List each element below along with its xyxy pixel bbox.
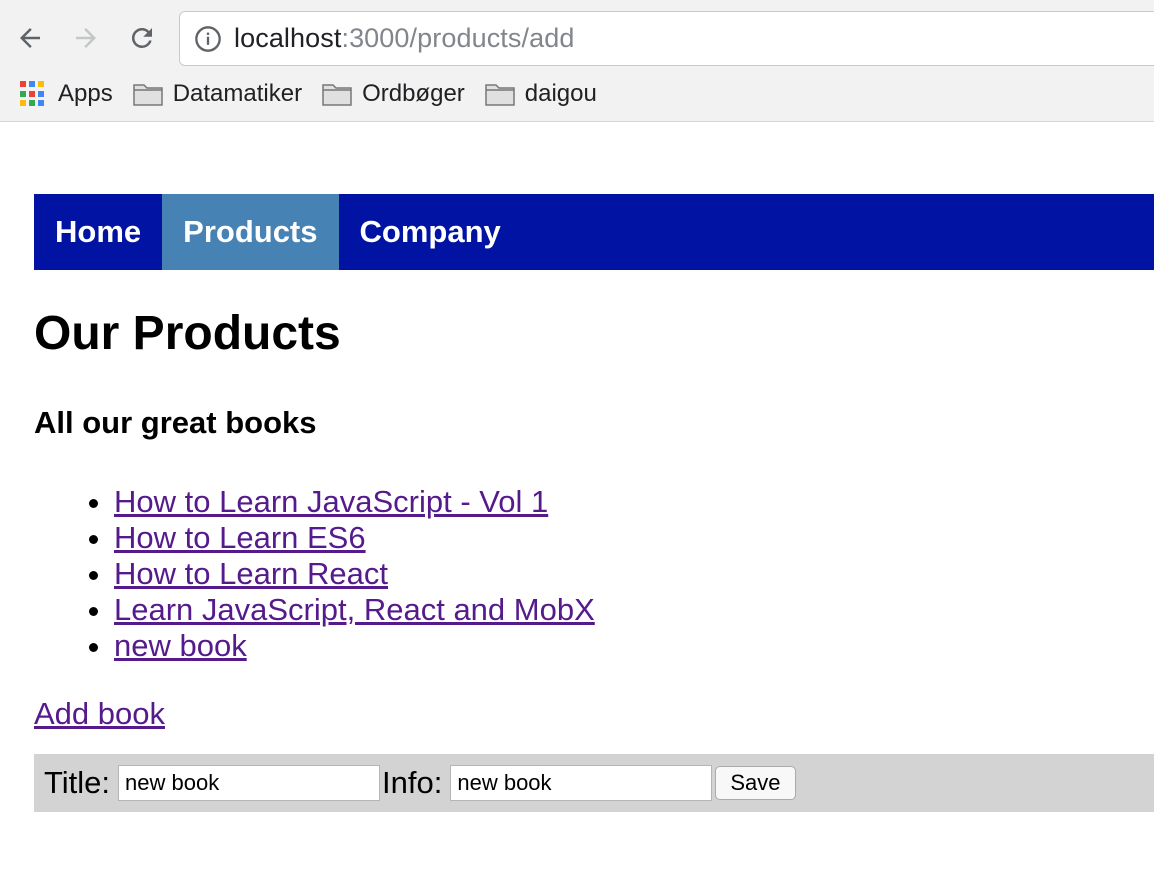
book-link[interactable]: How to Learn JavaScript - Vol 1 [114, 484, 548, 519]
title-label: Title: [44, 765, 111, 800]
list-item: How to Learn React [114, 556, 595, 592]
book-list: How to Learn JavaScript - Vol 1 How to L… [34, 484, 595, 664]
url-path: :3000/products/add [341, 23, 575, 53]
book-link[interactable]: new book [114, 628, 247, 663]
url-host: localhost [234, 23, 342, 53]
arrow-left-icon [20, 28, 40, 48]
main-menu: Home Products Company [34, 194, 1154, 270]
info-label: Info: [382, 765, 443, 800]
url-text: localhost:3000/products/add [234, 23, 574, 54]
title-input[interactable] [118, 765, 381, 801]
bookmark-label: Ordbøger [362, 80, 465, 107]
page-title: Our Products [34, 307, 341, 360]
bookmark-label: daigou [524, 80, 597, 107]
add-book-form: Title: Info: Save [34, 754, 1154, 812]
bookmark-daigou[interactable]: daigou [485, 80, 597, 108]
reload-button[interactable] [122, 18, 162, 58]
list-item: new book [114, 628, 595, 664]
add-book-link[interactable]: Add book [34, 696, 165, 732]
arrow-right-icon [76, 28, 96, 48]
page-subtitle: All our great books [34, 405, 317, 440]
book-link[interactable]: Learn JavaScript, React and MobX [114, 592, 595, 627]
folder-icon [322, 84, 352, 106]
bookmark-apps[interactable]: Apps [20, 80, 113, 108]
forward-button[interactable] [66, 18, 106, 58]
address-bar[interactable]: localhost:3000/products/add [179, 11, 1154, 66]
bookmark-label: Apps [58, 80, 113, 107]
info-input[interactable] [450, 765, 713, 801]
bookmark-ordboger[interactable]: Ordbøger [322, 80, 465, 108]
menu-item-company[interactable]: Company [339, 194, 522, 270]
bookmark-datamatiker[interactable]: Datamatiker [132, 80, 303, 108]
list-item: How to Learn JavaScript - Vol 1 [114, 484, 595, 520]
save-button[interactable]: Save [715, 766, 796, 800]
menu-item-home[interactable]: Home [34, 194, 162, 270]
list-item: Learn JavaScript, React and MobX [114, 592, 595, 628]
folder-icon [132, 84, 163, 106]
back-button[interactable] [10, 18, 50, 58]
info-icon[interactable] [194, 25, 222, 53]
menu-item-products[interactable]: Products [162, 194, 339, 270]
reload-icon [131, 27, 152, 48]
book-link[interactable]: How to Learn React [114, 556, 388, 591]
folder-icon [485, 84, 515, 106]
apps-grid-icon [20, 81, 46, 107]
list-item: How to Learn ES6 [114, 520, 595, 556]
book-link[interactable]: How to Learn ES6 [114, 520, 366, 555]
bookmarks-bar: Apps Datamatiker Ordbøger daigou [0, 72, 1154, 116]
browser-chrome: localhost:3000/products/add Apps Datamat… [0, 0, 1154, 122]
bookmark-label: Datamatiker [172, 80, 303, 107]
